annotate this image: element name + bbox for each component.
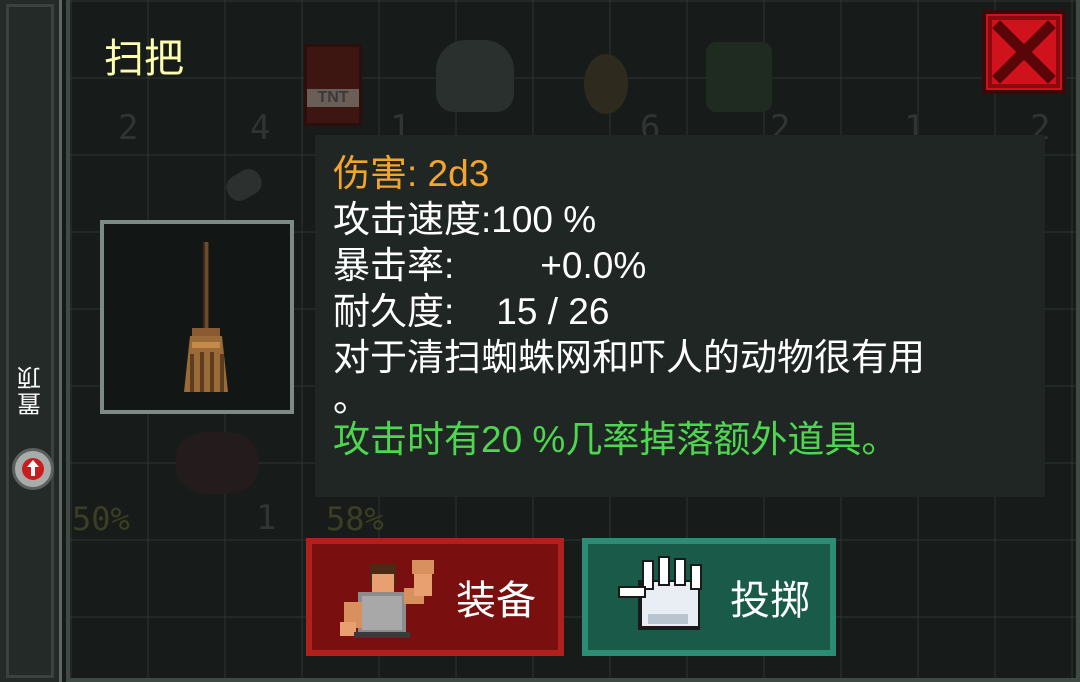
crit-rate-value: +0.0% xyxy=(540,245,647,286)
meat-icon xyxy=(176,432,258,494)
item-title: 扫把 xyxy=(104,37,184,81)
throw-label: 投掷 xyxy=(730,579,810,623)
durability-value: 15 / 26 xyxy=(496,291,610,332)
damage-stat: 伤害: 2d3 xyxy=(333,153,490,194)
item-preview-slot xyxy=(100,220,294,414)
flex-arm-icon xyxy=(340,560,434,638)
pin-icon[interactable] xyxy=(12,448,54,490)
tnt-label: TNT xyxy=(307,89,359,107)
durability-label: 耐久度: xyxy=(333,291,455,332)
slot-percent: 58% xyxy=(326,500,384,538)
close-icon[interactable] xyxy=(986,14,1062,90)
skull-icon xyxy=(436,40,514,112)
equip-label: 装备 xyxy=(456,579,536,623)
slot-percent: 50% xyxy=(72,500,130,538)
equip-button[interactable]: 装备 xyxy=(306,538,564,656)
durability-stat: 耐久度: 15 / 26 xyxy=(333,289,1027,335)
slot-count: 1 xyxy=(256,498,277,538)
seed-icon xyxy=(584,54,628,114)
attack-speed-label: 攻击速度: xyxy=(333,199,492,240)
plant-pot-icon xyxy=(706,42,772,112)
broom-icon xyxy=(184,242,228,392)
item-info-panel: 伤害: 2d3 攻击速度:100 % 暴击率: +0.0% 耐久度: 15 / 26… xyxy=(315,135,1045,497)
crit-rate-stat: 暴击率: +0.0% xyxy=(333,243,1027,289)
open-hand-icon xyxy=(618,556,702,630)
slot-count: 4 xyxy=(250,108,271,148)
attack-speed-stat: 攻击速度:100 % xyxy=(333,197,1027,243)
tnt-crate-icon: TNT xyxy=(304,44,362,126)
attack-speed-value: 100 % xyxy=(491,199,597,240)
crit-rate-label: 暴击率: xyxy=(333,245,455,286)
pin-to-top-label[interactable]: 置顶 xyxy=(14,350,50,430)
close-button[interactable] xyxy=(982,10,1066,94)
item-effect: 攻击时有20 %几率掉落额外道具。 xyxy=(333,419,899,460)
slot-count: 2 xyxy=(118,108,139,148)
item-description-tail: 。 xyxy=(333,378,370,419)
sidebar: 置顶 xyxy=(0,0,62,682)
item-description: 对于清扫蜘蛛网和吓人的动物很有用 xyxy=(333,337,925,378)
throw-button[interactable]: 投掷 xyxy=(582,538,836,656)
